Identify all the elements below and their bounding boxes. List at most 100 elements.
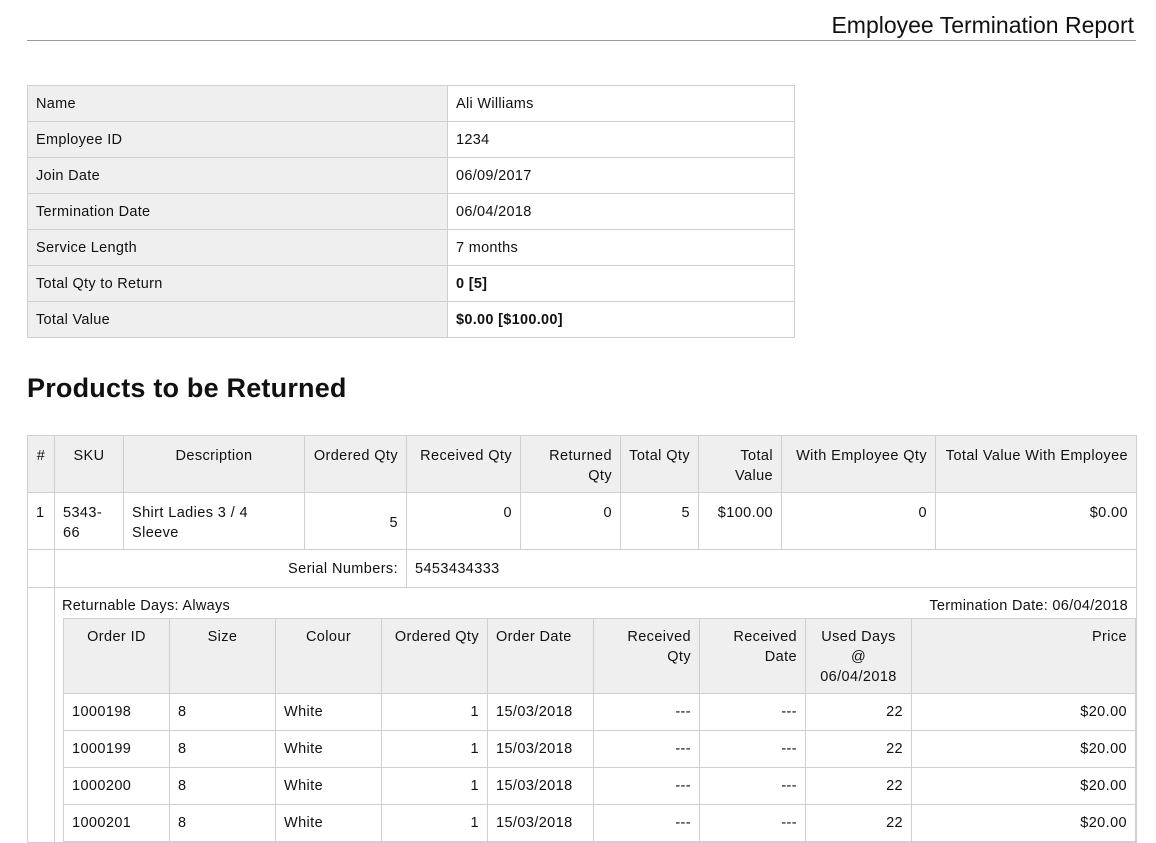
order-received-qty: --- bbox=[593, 804, 700, 842]
order-details-indent bbox=[27, 587, 55, 843]
col-header-total-value-with-employee: Total Value With Employee bbox=[935, 435, 1137, 493]
order-details-row: Returnable Days: Always Termination Date… bbox=[27, 587, 1137, 843]
order-colour: White bbox=[275, 804, 382, 842]
summary-value: 7 months bbox=[447, 229, 795, 266]
order-price: $20.00 bbox=[911, 804, 1136, 842]
col-header-returned-qty: Returned Qty bbox=[520, 435, 621, 493]
orders-table: Order ID Size Colour Ordered Qty Order D… bbox=[63, 618, 1136, 842]
serial-numbers-row: Serial Numbers: 5453434333 bbox=[27, 549, 1137, 588]
summary-value: 06/09/2017 bbox=[447, 157, 795, 194]
products-section-title: Products to be Returned bbox=[27, 373, 347, 403]
col-header-total-value: Total Value bbox=[698, 435, 782, 493]
order-row: 1000200 8 White 1 15/03/2018 --- --- 22 $20.00 bbox=[63, 767, 1136, 805]
order-date: 15/03/2018 bbox=[487, 767, 594, 805]
product-with-employee-qty: 0 bbox=[781, 492, 936, 550]
order-details-cell: Returnable Days: Always Termination Date… bbox=[54, 587, 1137, 843]
summary-label: Termination Date bbox=[27, 193, 448, 230]
product-description: Shirt Ladies 3 / 4 Sleeve bbox=[123, 492, 305, 550]
summary-value: 1234 bbox=[447, 121, 795, 158]
order-date: 15/03/2018 bbox=[487, 693, 594, 731]
col-header-with-employee-qty: With Employee Qty bbox=[781, 435, 936, 493]
product-total-value: $100.00 bbox=[698, 492, 782, 550]
summary-label: Name bbox=[27, 85, 448, 122]
order-used-days: 22 bbox=[805, 804, 912, 842]
title-divider bbox=[27, 40, 1136, 41]
order-received-date: --- bbox=[699, 767, 806, 805]
order-size: 8 bbox=[169, 730, 276, 768]
order-row: 1000198 8 White 1 15/03/2018 --- --- 22 $20.00 bbox=[63, 693, 1136, 731]
order-colour: White bbox=[275, 767, 382, 805]
order-date: 15/03/2018 bbox=[487, 804, 594, 842]
order-price: $20.00 bbox=[911, 730, 1136, 768]
order-price: $20.00 bbox=[911, 693, 1136, 731]
summary-row: Total Qty to Return 0 [5] bbox=[27, 265, 795, 302]
termination-date-note: Termination Date: 06/04/2018 bbox=[929, 598, 1128, 614]
products-table: # SKU Description Ordered Qty Received Q… bbox=[27, 435, 1137, 843]
summary-row: Name Ali Williams bbox=[27, 85, 795, 122]
order-size: 8 bbox=[169, 693, 276, 731]
order-used-days: 22 bbox=[805, 767, 912, 805]
order-colour: White bbox=[275, 730, 382, 768]
summary-value: 0 [5] bbox=[447, 265, 795, 302]
order-ordered-qty: 1 bbox=[381, 693, 488, 731]
returnable-days: Returnable Days: Always bbox=[62, 598, 231, 614]
summary-row: Join Date 06/09/2017 bbox=[27, 157, 795, 194]
summary-value: $0.00 [$100.00] bbox=[447, 301, 795, 338]
returnable-meta: Returnable Days: Always Termination Date… bbox=[55, 588, 1136, 618]
order-used-days: 22 bbox=[805, 693, 912, 731]
order-colour: White bbox=[275, 693, 382, 731]
order-row: 1000201 8 White 1 15/03/2018 --- --- 22 $20.00 bbox=[63, 804, 1136, 842]
summary-label: Total Qty to Return bbox=[27, 265, 448, 302]
order-received-date: --- bbox=[699, 730, 806, 768]
order-size: 8 bbox=[169, 767, 276, 805]
order-ordered-qty: 1 bbox=[381, 804, 488, 842]
order-id: 1000201 bbox=[63, 804, 170, 842]
order-received-qty: --- bbox=[593, 767, 700, 805]
summary-row: Service Length 7 months bbox=[27, 229, 795, 266]
col-header-size: Size bbox=[169, 618, 276, 694]
product-returned-qty: 0 bbox=[520, 492, 621, 550]
col-header-total-qty: Total Qty bbox=[620, 435, 699, 493]
product-ordered-qty: 5 bbox=[304, 492, 407, 550]
employee-summary-table: Name Ali Williams Employee ID 1234 Join Date… bbox=[27, 85, 795, 338]
serial-numbers-label: Serial Numbers: bbox=[54, 549, 407, 588]
report-title: Employee Termination Report bbox=[831, 12, 1134, 38]
summary-label: Join Date bbox=[27, 157, 448, 194]
col-header-used-days: Used Days @ 06/04/2018 bbox=[805, 618, 912, 694]
col-header-order-ordered-qty: Ordered Qty bbox=[381, 618, 488, 694]
product-total-qty: 5 bbox=[620, 492, 699, 550]
order-id: 1000199 bbox=[63, 730, 170, 768]
summary-label: Service Length bbox=[27, 229, 448, 266]
col-header-ordered-qty: Ordered Qty bbox=[304, 435, 407, 493]
product-total-value-with-employee: $0.00 bbox=[935, 492, 1137, 550]
col-header-description: Description bbox=[123, 435, 305, 493]
product-received-qty: 0 bbox=[406, 492, 521, 550]
col-header-received-date: Received Date bbox=[699, 618, 806, 694]
summary-label: Employee ID bbox=[27, 121, 448, 158]
serial-numbers-value: 5453434333 bbox=[406, 549, 1137, 588]
order-received-date: --- bbox=[699, 693, 806, 731]
col-header-colour: Colour bbox=[275, 618, 382, 694]
summary-value: Ali Williams bbox=[447, 85, 795, 122]
order-ordered-qty: 1 bbox=[381, 730, 488, 768]
order-row: 1000199 8 White 1 15/03/2018 --- --- 22 $20.00 bbox=[63, 730, 1136, 768]
order-received-date: --- bbox=[699, 804, 806, 842]
serial-indent bbox=[27, 549, 55, 588]
summary-row: Employee ID 1234 bbox=[27, 121, 795, 158]
order-received-qty: --- bbox=[593, 693, 700, 731]
col-header-order-received-qty: Received Qty bbox=[593, 618, 700, 694]
order-id: 1000200 bbox=[63, 767, 170, 805]
summary-label: Total Value bbox=[27, 301, 448, 338]
order-used-days: 22 bbox=[805, 730, 912, 768]
product-num: 1 bbox=[27, 492, 55, 550]
order-size: 8 bbox=[169, 804, 276, 842]
summary-row: Termination Date 06/04/2018 bbox=[27, 193, 795, 230]
order-ordered-qty: 1 bbox=[381, 767, 488, 805]
col-header-sku: SKU bbox=[54, 435, 124, 493]
order-price: $20.00 bbox=[911, 767, 1136, 805]
col-header-order-id: Order ID bbox=[63, 618, 170, 694]
col-header-order-date: Order Date bbox=[487, 618, 594, 694]
col-header-received-qty: Received Qty bbox=[406, 435, 521, 493]
order-received-qty: --- bbox=[593, 730, 700, 768]
products-header-row: # SKU Description Ordered Qty Received Q… bbox=[27, 435, 1137, 493]
